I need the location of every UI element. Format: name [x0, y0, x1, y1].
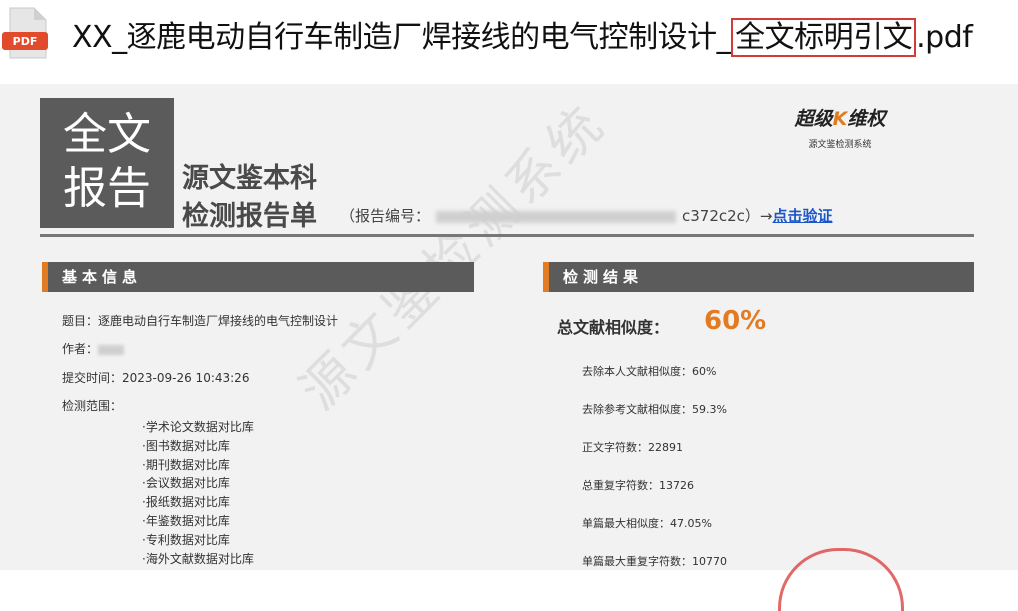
list-item: ·图书数据对比库	[142, 438, 230, 453]
submit-time: 提交时间：2023-09-26 10:43:26	[62, 371, 250, 385]
results-header: 检测结果	[543, 262, 974, 292]
list-item: ·报纸数据对比库	[142, 495, 230, 510]
list-item: ·海外文献数据对比库	[142, 551, 254, 566]
highlighted-title-text: 全文标明引文	[731, 18, 917, 57]
redacted-report-id	[436, 210, 677, 223]
stat-item: 正文字符数：22891	[582, 441, 683, 454]
report-type-box: 全文 报告	[40, 98, 174, 228]
topic-text: 题目：逐鹿电动自行车制造厂焊接线的电气控制设计	[62, 314, 339, 328]
list-item: ·期刊数据对比库	[142, 457, 230, 472]
file-title: XX_逐鹿电动自行车制造厂焊接线的电气控制设计_ 全文标明引文 .pdf	[72, 18, 973, 57]
stat-item: 去除本人文献相似度：60%	[582, 365, 717, 378]
scope-label: 检测范围：	[62, 399, 123, 413]
list-item: ·年鉴数据对比库	[142, 513, 230, 528]
total-similarity-value: 60%	[704, 306, 767, 336]
stat-item: 单篇最大相似度：47.05%	[582, 517, 712, 530]
redacted-author	[98, 344, 125, 355]
report-number: （报告编号： c372c2c）→点击验证	[340, 207, 833, 225]
total-similarity-label: 总文献相似度：	[557, 318, 670, 337]
verify-link[interactable]: 点击验证	[773, 207, 833, 225]
report-title-line1: 源文鉴本科	[182, 163, 317, 194]
stat-item: 总重复字符数：13726	[582, 479, 694, 492]
svg-text:PDF: PDF	[13, 35, 38, 48]
list-item: ·专利数据对比库	[142, 532, 230, 547]
list-item: ·会议数据对比库	[142, 476, 230, 491]
report-title-line2: 检测报告单	[182, 201, 317, 232]
stat-item: 单篇最大重复字符数：10770	[582, 555, 727, 568]
database-list: ·学术论文数据对比库 ·图书数据对比库 ·期刊数据对比库 ·会议数据对比库 ·报…	[142, 418, 254, 568]
pdf-file-icon: PDF	[2, 7, 48, 59]
list-item: ·学术论文数据对比库	[142, 420, 254, 434]
author-line: 作者：	[62, 340, 125, 357]
basic-info-header: 基本信息	[42, 262, 474, 292]
divider	[40, 234, 974, 237]
brand-logo: 超级K维权 源文鉴检测系统	[794, 108, 886, 150]
stat-item: 去除参考文献相似度：59.3%	[582, 403, 727, 416]
file-title-bar: PDF XX_逐鹿电动自行车制造厂焊接线的电气控制设计_ 全文标明引文 .pdf	[0, 0, 1018, 72]
